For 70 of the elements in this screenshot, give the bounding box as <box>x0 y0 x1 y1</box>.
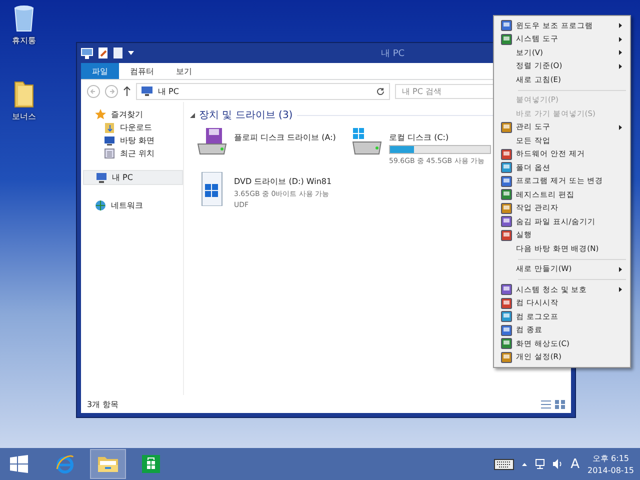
folder-icon <box>97 455 119 473</box>
new-folder-icon[interactable] <box>113 47 123 59</box>
program-icon <box>500 338 512 350</box>
submenu-arrow-icon <box>619 36 622 42</box>
computer-icon <box>141 86 153 96</box>
nav-item[interactable]: 즐겨찾기 <box>83 108 183 121</box>
program-icon <box>500 311 512 322</box>
keyboard-icon[interactable] <box>494 458 514 470</box>
item-count: 3개 항목 <box>87 398 119 410</box>
address-bar[interactable]: 내 PC <box>136 82 390 100</box>
program-icon <box>500 189 512 200</box>
recycle-bin-icon[interactable] <box>13 4 35 32</box>
program-icon <box>500 176 512 187</box>
up-icon[interactable] <box>123 86 131 96</box>
network-icon[interactable] <box>534 459 545 469</box>
group-header[interactable]: 장치 및 드라이브 (3) <box>199 108 293 122</box>
browser-e-icon <box>55 454 75 474</box>
folder-icon[interactable] <box>13 80 35 108</box>
program-icon <box>500 202 512 214</box>
program-icon <box>500 122 512 133</box>
monitor-icon <box>104 135 115 146</box>
program-icon <box>500 352 512 363</box>
ribbon-tab[interactable]: 파일 <box>81 63 119 79</box>
start-icon[interactable] <box>10 455 28 473</box>
collapse-icon[interactable] <box>190 112 195 118</box>
taskbar-button[interactable] <box>90 449 126 479</box>
store-bag-icon <box>142 455 160 473</box>
submenu-arrow-icon <box>619 124 622 130</box>
drive-name[interactable]: DVD 드라이브 (D:) Win81 <box>234 176 332 187</box>
large-icons-view-icon[interactable] <box>555 400 565 408</box>
network-icon <box>95 200 106 211</box>
computer-icon[interactable] <box>81 48 93 58</box>
program-icon <box>500 34 512 45</box>
input-language-indicator[interactable]: A <box>570 456 580 472</box>
program-icon <box>500 148 512 160</box>
program-icon <box>500 230 512 241</box>
hard-drive-icon[interactable] <box>351 128 383 156</box>
recent-places-icon <box>104 148 115 159</box>
clock[interactable]: 오후 6:15 2014-08-15 <box>588 453 634 475</box>
computer-icon <box>96 172 107 183</box>
submenu-arrow-icon <box>619 50 622 56</box>
star-icon <box>95 109 106 120</box>
nav-item[interactable]: 다운로드 <box>83 121 183 134</box>
details-view-icon[interactable] <box>541 400 551 408</box>
show-hidden-icons-icon[interactable] <box>522 462 527 466</box>
speaker-icon[interactable] <box>552 459 563 469</box>
properties-icon[interactable] <box>98 47 108 59</box>
nav-item[interactable]: 최근 위치 <box>83 147 183 160</box>
program-icon <box>500 324 512 336</box>
program-icon <box>500 298 512 309</box>
nav-item[interactable]: 내 PC <box>83 170 183 185</box>
desktop-icon-label[interactable]: 휴지통 <box>12 35 36 46</box>
submenu-arrow-icon <box>619 23 622 28</box>
window-title: 내 PC <box>381 48 405 60</box>
nav-item[interactable]: 바탕 화면 <box>83 134 183 147</box>
submenu-arrow-icon <box>619 64 622 69</box>
submenu-arrow-icon <box>619 287 622 292</box>
dropdown-icon[interactable] <box>128 51 134 55</box>
desktop-icon-label[interactable]: 보너스 <box>12 111 36 122</box>
program-icon <box>500 20 512 32</box>
refresh-icon[interactable] <box>376 86 385 96</box>
program-icon <box>500 216 512 228</box>
download-folder-icon <box>104 122 115 133</box>
submenu-arrow-icon <box>619 266 622 272</box>
drive-name[interactable]: 플로피 디스크 드라이브 (A:) <box>234 132 336 143</box>
drive-name[interactable]: 로컬 디스크 (C:) <box>389 132 491 143</box>
floppy-drive-icon[interactable] <box>196 128 228 156</box>
nav-item[interactable]: 네트워크 <box>83 199 183 212</box>
program-icon <box>500 284 512 296</box>
program-icon <box>500 162 512 174</box>
